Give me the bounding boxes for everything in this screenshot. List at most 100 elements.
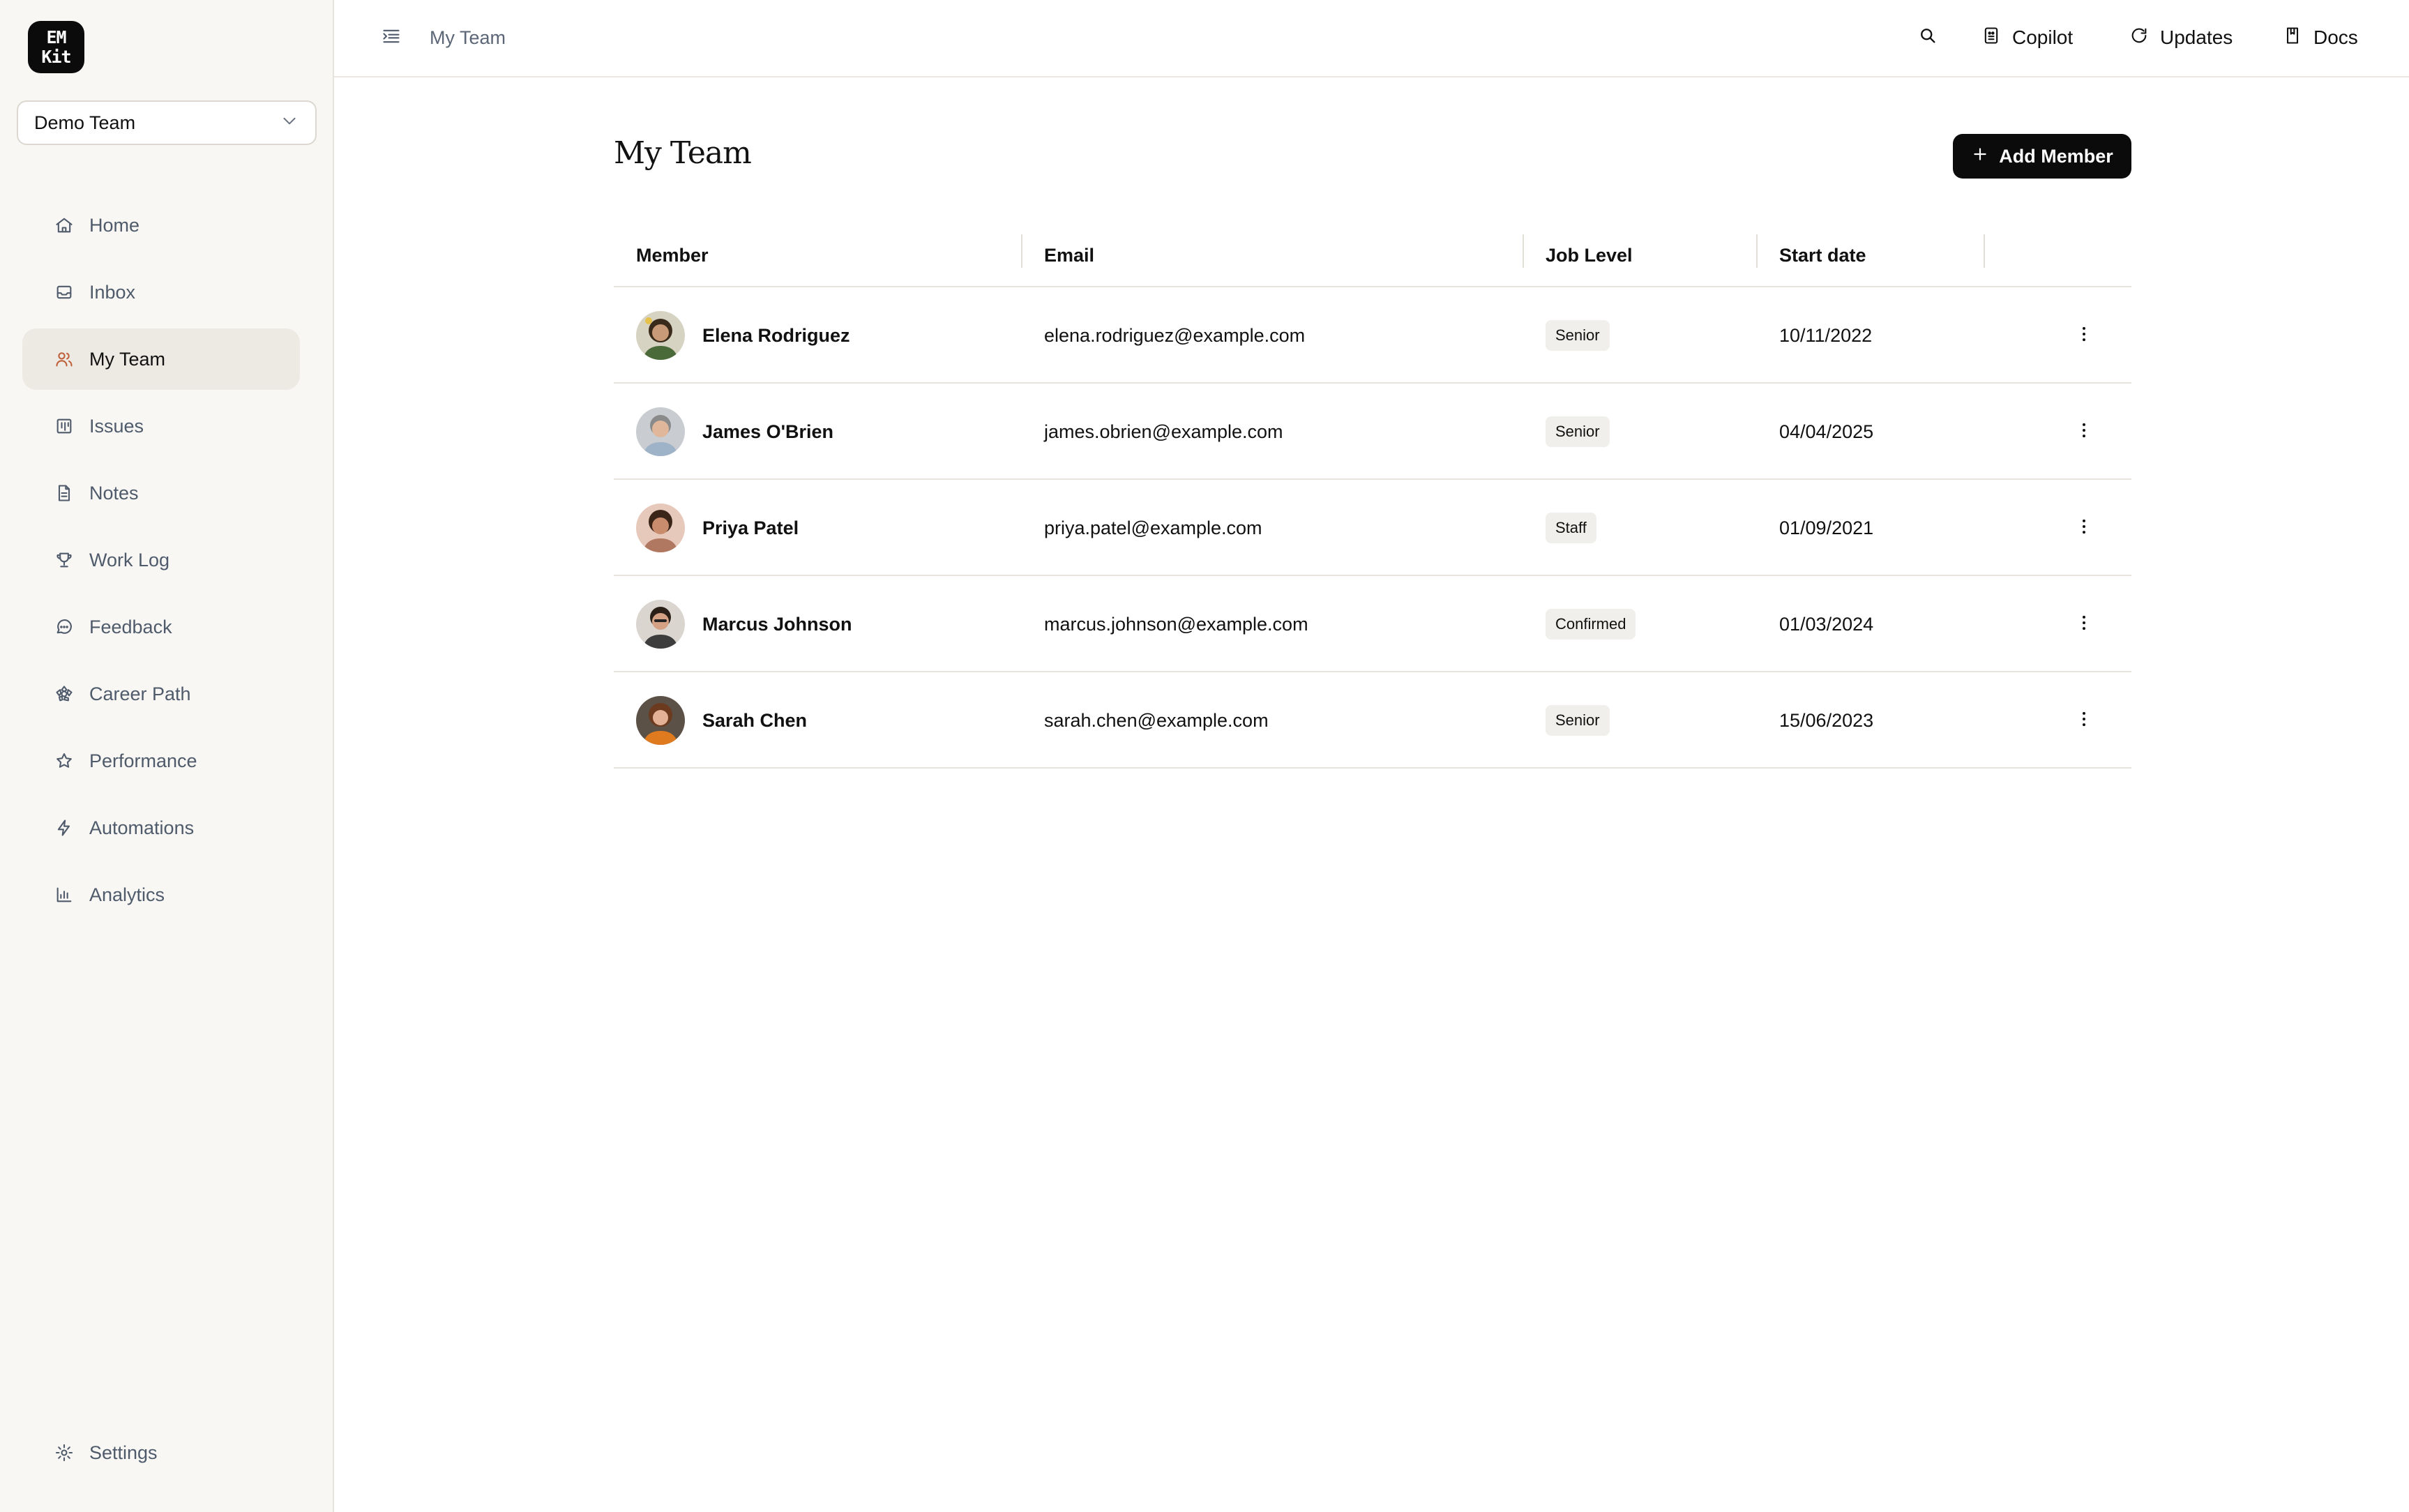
start-date-cell: 15/06/2023 [1779,709,1874,731]
job-level-cell: Senior [1546,287,1610,384]
sidebar-item-home[interactable]: Home [22,195,300,256]
sidebar-item-work-log[interactable]: Work Log [22,529,300,591]
bot-icon [1981,26,2012,50]
email-cell: sarah.chen@example.com [1044,709,1269,731]
flower-icon [54,684,74,704]
sidebar-item-analytics[interactable]: Analytics [22,864,300,925]
column-header-member[interactable]: Member [636,223,709,287]
avatar [636,504,685,552]
refresh-icon [2129,26,2160,50]
sidebar-toggle-button[interactable] [380,27,402,49]
sidebar-item-automations[interactable]: Automations [22,797,300,859]
job-level-cell: Confirmed [1546,576,1636,672]
chevron-down-icon [280,112,299,135]
member-name[interactable]: Priya Patel [702,517,799,539]
more-vertical-icon [2074,420,2094,444]
table-row[interactable]: Priya Patel priya.patel@example.com Staf… [614,480,2131,576]
member-name[interactable]: Elena Rodriguez [702,325,850,347]
more-vertical-icon [2074,709,2094,733]
table-row[interactable]: Marcus Johnson marcus.johnson@example.co… [614,576,2131,672]
search-icon [1918,26,1938,50]
docs-button[interactable]: Docs [2283,24,2358,52]
search-button[interactable] [1918,24,1938,52]
start-date-cell: 10/11/2022 [1779,324,1873,346]
start-date-cell: 01/09/2021 [1779,517,1874,538]
add-member-label: Add Member [1999,145,2113,167]
job-level-cell: Staff [1546,480,1596,576]
member-cell: James O'Brien [636,384,833,480]
team-table: Member Email Job Level Start date Elena … [614,223,2131,769]
job-level-badge: Senior [1546,320,1610,351]
kanban-icon [54,416,74,436]
avatar [636,696,685,745]
sidebar-item-label: Performance [89,750,197,771]
logo-text-line2: Kit [41,46,71,67]
email-cell: marcus.johnson@example.com [1044,613,1308,635]
table-row[interactable]: Elena Rodriguez elena.rodriguez@example.… [614,287,2131,384]
more-vertical-icon [2074,324,2094,348]
sidebar-item-label: Inbox [89,281,136,303]
member-cell: Marcus Johnson [636,576,852,672]
sidebar-item-label: Automations [89,817,195,838]
row-actions-button[interactable] [2071,323,2097,348]
trophy-icon [54,550,74,570]
team-selector-value: Demo Team [34,112,136,133]
team-selector[interactable]: Demo Team [17,100,317,145]
member-name[interactable]: James O'Brien [702,421,833,443]
sidebar-item-label: Home [89,214,140,236]
app-logo[interactable]: EM Kit [28,21,84,73]
more-vertical-icon [2074,516,2094,540]
table-header: Member Email Job Level Start date [614,223,2131,287]
users-icon [54,349,74,369]
job-level-cell: Senior [1546,672,1610,769]
column-header-start-date[interactable]: Start date [1779,223,1866,287]
member-name[interactable]: Marcus Johnson [702,614,852,635]
plus-icon [1971,145,1999,168]
sidebar-item-label: Work Log [89,549,170,570]
email-cell: james.obrien@example.com [1044,421,1283,442]
sidebar-item-inbox[interactable]: Inbox [22,262,300,323]
home-icon [54,216,74,235]
top-bar: My Team Copilot Updates Docs [334,0,2409,77]
member-cell: Priya Patel [636,480,799,576]
row-actions-button[interactable] [2071,515,2097,540]
sidebar-item-settings[interactable]: Settings [22,1422,300,1483]
member-cell: Elena Rodriguez [636,287,850,384]
row-actions-button[interactable] [2071,708,2097,733]
sidebar-item-label: Settings [89,1442,158,1463]
more-vertical-icon [2074,612,2094,637]
column-divider [1523,234,1524,268]
row-actions-button[interactable] [2071,419,2097,444]
gear-icon [54,1443,74,1462]
updates-button[interactable]: Updates [2129,24,2233,52]
sidebar-item-feedback[interactable]: Feedback [22,596,300,658]
docs-label: Docs [2313,27,2358,48]
sidebar-item-notes[interactable]: Notes [22,462,300,524]
sidebar: EM Kit Demo Team Home Inbox My Team Issu… [0,0,334,1512]
job-level-badge: Staff [1546,513,1596,543]
indent-icon [382,27,401,50]
sidebar-item-label: Feedback [89,616,172,637]
table-row[interactable]: Sarah Chen sarah.chen@example.com Senior… [614,672,2131,769]
avatar [636,407,685,456]
row-actions-button[interactable] [2071,612,2097,637]
job-level-badge: Senior [1546,705,1610,736]
member-cell: Sarah Chen [636,672,807,769]
sidebar-item-label: Notes [89,482,139,504]
add-member-button[interactable]: Add Member [1953,134,2131,179]
sidebar-item-label: Issues [89,415,144,437]
member-name[interactable]: Sarah Chen [702,710,807,732]
sidebar-item-my-team[interactable]: My Team [22,328,300,390]
copilot-button[interactable]: Copilot [1981,24,2073,52]
avatar [636,600,685,649]
table-row[interactable]: James O'Brien james.obrien@example.com S… [614,384,2131,480]
column-divider [1984,234,1985,268]
zap-icon [54,818,74,838]
avatar [636,311,685,360]
sidebar-item-performance[interactable]: Performance [22,730,300,792]
sidebar-item-career-path[interactable]: Career Path [22,663,300,725]
column-header-job-level[interactable]: Job Level [1546,223,1633,287]
sidebar-item-issues[interactable]: Issues [22,395,300,457]
column-header-email[interactable]: Email [1044,223,1094,287]
job-level-badge: Confirmed [1546,609,1636,640]
